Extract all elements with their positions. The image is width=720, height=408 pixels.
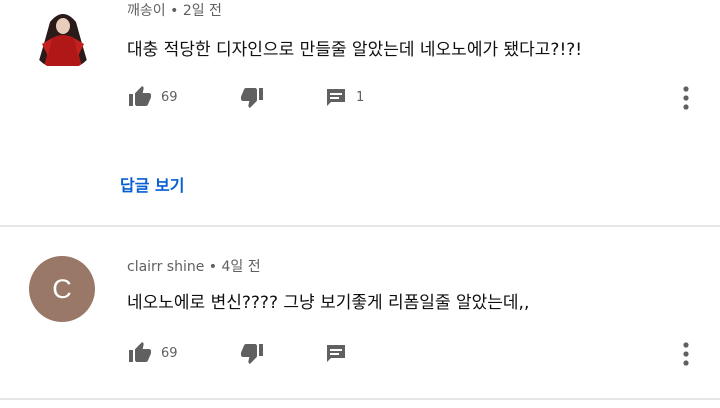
reply-count: 1 (356, 89, 365, 105)
avatar[interactable]: C (29, 256, 95, 322)
thumb-down-icon (241, 344, 263, 364)
like-count: 69 (161, 89, 178, 105)
comment-text: 대충 적당한 디자인으로 만들줄 알았는데 네오노에가 됐다고?!?! (127, 40, 583, 60)
thumb-up-icon (129, 86, 151, 106)
comment-actions: 69 (127, 338, 707, 368)
comment-time: 2일 전 (182, 3, 222, 19)
comment-meta: clairr shine • 4일 전 (127, 256, 261, 276)
dislike-button[interactable] (239, 82, 265, 112)
avatar[interactable] (30, 4, 96, 70)
more-options-button[interactable] (680, 340, 692, 368)
comment-text: 네오노에로 변신???? 그냥 보기좋게 리폼일줄 알았는데,, (127, 293, 530, 313)
comment-icon (327, 345, 345, 362)
thumb-up-icon (129, 342, 151, 362)
comment-time: 4일 전 (221, 259, 261, 275)
like-button[interactable]: 69 (127, 82, 178, 112)
comment-meta: 깨송이 • 2일 전 (127, 0, 222, 20)
comment-icon (327, 89, 345, 106)
divider (0, 398, 720, 400)
view-replies-link[interactable]: 답글 보기 (120, 172, 184, 196)
more-vert-icon (683, 86, 689, 110)
author-name[interactable]: clairr shine (127, 259, 204, 275)
divider (0, 225, 720, 227)
more-options-button[interactable] (680, 84, 692, 112)
dislike-button[interactable] (239, 338, 265, 368)
reply-button[interactable]: 1 (324, 82, 364, 112)
like-button[interactable]: 69 (127, 338, 178, 368)
comment-2: C clairr shine • 4일 전 네오노에로 변신???? 그냥 보기… (0, 228, 720, 400)
meta-separator: • (208, 259, 218, 275)
avatar-image (30, 4, 96, 70)
comment-1: 깨송이 • 2일 전 대충 적당한 디자인으로 만들줄 알았는데 네오노에가 됐… (0, 0, 720, 226)
meta-separator: • (170, 3, 179, 19)
thumb-down-icon (241, 88, 263, 108)
more-vert-icon (683, 342, 689, 366)
like-count: 69 (161, 345, 178, 361)
author-name[interactable]: 깨송이 (127, 3, 166, 19)
reply-button[interactable] (324, 338, 348, 368)
comment-actions: 69 1 (127, 82, 707, 112)
